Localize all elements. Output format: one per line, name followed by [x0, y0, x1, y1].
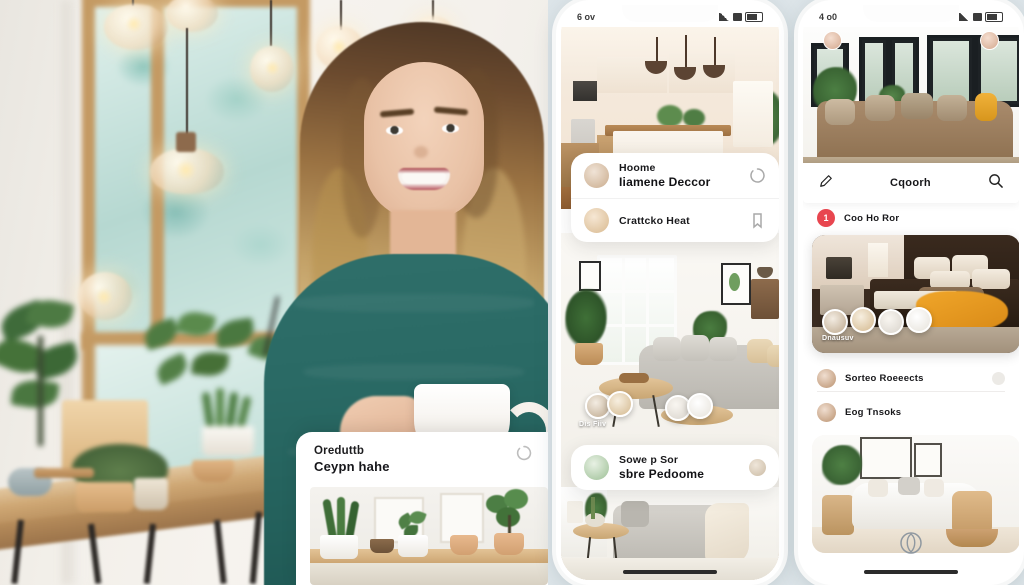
bookmark-icon[interactable]	[749, 212, 766, 229]
card-title-line1: Hoome	[619, 162, 656, 174]
wall-art-2	[914, 443, 942, 477]
wall-art-left	[579, 261, 601, 291]
avatar	[584, 455, 609, 480]
list-item[interactable]: Sorteo Roeeects	[803, 369, 1019, 388]
table-pot-2	[134, 478, 168, 510]
search-title: Cqoorh	[890, 177, 931, 189]
story-avatar-right[interactable]	[980, 31, 999, 50]
living-room-photo-bottom	[561, 487, 779, 580]
wifi-icon	[973, 13, 982, 21]
nose	[414, 146, 428, 158]
search-icon[interactable]	[988, 173, 1003, 193]
knit-throw	[705, 503, 749, 565]
feed-card-bottom[interactable]: Sowe p Sor sbre Pedoome	[571, 445, 779, 490]
battery-icon	[985, 12, 1003, 22]
bedroom-feed-card[interactable]: Dnausuv	[812, 235, 1019, 353]
table-bowl	[192, 460, 234, 482]
smile	[398, 168, 450, 190]
potted-plant	[822, 445, 862, 485]
bed-product-dot-1[interactable]	[822, 309, 848, 335]
status-bar-right: 4 o0	[803, 5, 1019, 29]
row-end-dot[interactable]	[992, 372, 1005, 385]
list-item-label: Eog Tnsoks	[845, 407, 902, 418]
home-indicator	[864, 570, 958, 574]
phone-screen-middle: 6 ov Hoome Iiamene Deccor Crattcko Heat …	[561, 5, 779, 580]
product-dot-4[interactable]	[687, 393, 713, 419]
card-title-line2: sbre Pedoome	[619, 467, 705, 481]
list-item[interactable]: Sowe p Sor sbre Pedoome	[571, 445, 779, 490]
bed-product-dot-3[interactable]	[878, 309, 904, 335]
loading-spinner-icon[interactable]	[516, 445, 532, 461]
bed-product-dot-4[interactable]	[906, 307, 932, 333]
status-time: 6 ov	[577, 12, 596, 22]
signal-icon	[959, 13, 970, 21]
card-title-line1: Sowe p Sor	[619, 454, 679, 466]
product-dot-2[interactable]	[607, 391, 633, 417]
notification-badge: 1	[817, 209, 835, 227]
wall-art-1	[860, 437, 912, 479]
wood-board	[34, 468, 94, 478]
edit-pencil-icon[interactable]	[819, 174, 833, 193]
list-item-label: Sorteo Roeeects	[845, 373, 924, 384]
bed-card-tag: Dnausuv	[822, 335, 854, 342]
home-indicator	[623, 570, 717, 574]
notification-row[interactable]: 1 Coo Ho Ror	[803, 209, 1019, 227]
avatar	[584, 163, 609, 188]
phone-mockup-right: 4 o0 Cqoorh 1 Coo Ho Ror Dnausuv Sorteo …	[798, 0, 1024, 585]
list-item[interactable]: Eog Tnsoks	[803, 403, 1019, 422]
pillow-4	[972, 269, 1010, 289]
shelf-plants-photo	[310, 487, 548, 585]
hero-card-title-line1: Oreduttb	[314, 445, 365, 457]
wifi-icon	[733, 13, 742, 21]
screenshot-root: Oreduttb Ceypn hahe 6 ov Hoome Iiamene D…	[0, 0, 1024, 585]
hero-card-title-line2: Ceypn hahe	[314, 459, 390, 474]
battery-icon	[745, 12, 763, 22]
face	[364, 62, 484, 220]
bed-product-dot-2[interactable]	[850, 307, 876, 333]
phone-screen-right: 4 o0 Cqoorh 1 Coo Ho Ror Dnausuv Sorteo …	[803, 5, 1019, 580]
notification-label: Coo Ho Ror	[844, 212, 900, 224]
card-row-label: Crattcko Heat	[619, 214, 690, 227]
circle-leaf-logo	[899, 530, 923, 556]
search-bar[interactable]: Cqoorh	[803, 163, 1019, 203]
status-bar-middle: 6 ov	[561, 5, 779, 29]
list-item[interactable]: Crattcko Heat	[571, 198, 779, 242]
loading-spinner-icon[interactable]	[749, 167, 766, 184]
signal-icon	[719, 13, 730, 21]
lamp-cord-4	[270, 0, 272, 46]
avatar	[817, 403, 836, 422]
table-pot-1	[76, 482, 134, 512]
avatar	[584, 208, 609, 233]
floor-plant	[565, 289, 607, 347]
lamp-cord-3	[186, 28, 188, 148]
grass-pot	[198, 388, 262, 462]
status-time: 4 o0	[819, 12, 838, 22]
avatar	[817, 369, 836, 388]
side-table	[822, 495, 854, 535]
hero-overlay-card[interactable]: Oreduttb Ceypn hahe	[296, 432, 548, 585]
list-item[interactable]: Hoome Iiamene Deccor	[571, 153, 779, 198]
hero-lifestyle-photo: Oreduttb Ceypn hahe	[0, 0, 548, 585]
circle-avatar-icon[interactable]	[749, 459, 766, 476]
yellow-pillow	[975, 93, 997, 121]
story-avatar-left[interactable]	[823, 31, 842, 50]
phone-mockup-middle: 6 ov Hoome Iiamene Deccor Crattcko Heat …	[556, 0, 784, 585]
photo-tag: Dis Fiiv	[579, 421, 607, 428]
feed-card-middle[interactable]: Hoome Iiamene Deccor Crattcko Heat	[571, 153, 779, 242]
card-title-line2: Iiamene Deccor	[619, 175, 711, 189]
kitchen-window	[733, 81, 773, 147]
